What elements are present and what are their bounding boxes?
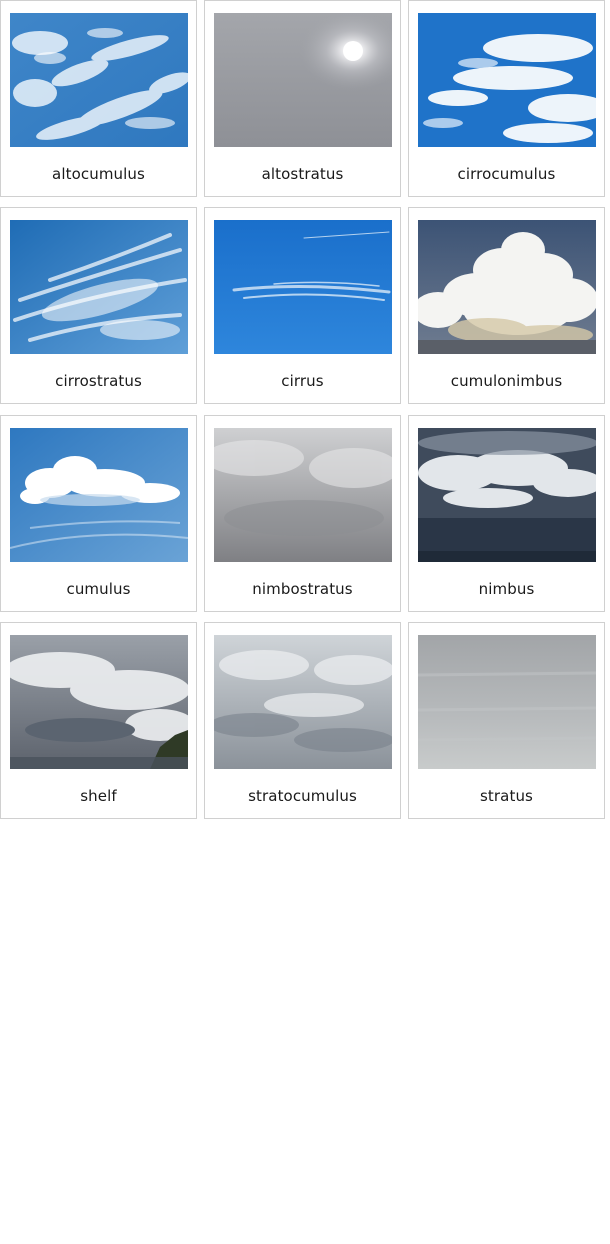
card-cumulus: cumulus bbox=[0, 415, 197, 612]
card-nimbus: nimbus bbox=[408, 415, 605, 612]
card-label: cirrus bbox=[281, 372, 324, 390]
card-cirrocumulus: cirrocumulus bbox=[408, 0, 605, 197]
card-label: nimbus bbox=[478, 580, 535, 598]
nimbus-photo bbox=[418, 428, 596, 562]
card-altocumulus: altocumulus bbox=[0, 0, 197, 197]
nimbostratus-photo bbox=[214, 428, 392, 562]
cumulonimbus-photo bbox=[418, 220, 596, 354]
altocumulus-photo bbox=[10, 13, 188, 147]
card-nimbostratus: nimbostratus bbox=[204, 415, 401, 612]
card-cirrostratus: cirrostratus bbox=[0, 207, 197, 404]
card-label: cumulus bbox=[66, 580, 131, 598]
card-altostratus: altostratus bbox=[204, 0, 401, 197]
card-stratocumulus: stratocumulus bbox=[204, 622, 401, 819]
card-label: cirrostratus bbox=[55, 372, 142, 390]
altostratus-photo bbox=[214, 13, 392, 147]
stratus-photo bbox=[418, 635, 596, 769]
card-label: shelf bbox=[80, 787, 117, 805]
card-label: stratocumulus bbox=[248, 787, 357, 805]
card-label: cirrocumulus bbox=[457, 165, 556, 183]
stratocumulus-photo bbox=[214, 635, 392, 769]
card-shelf: shelf bbox=[0, 622, 197, 819]
cirrus-photo bbox=[214, 220, 392, 354]
cirrocumulus-photo bbox=[418, 13, 596, 147]
card-label: altocumulus bbox=[52, 165, 145, 183]
card-label: nimbostratus bbox=[252, 580, 353, 598]
card-label: cumulonimbus bbox=[450, 372, 563, 390]
card-stratus: stratus bbox=[408, 622, 605, 819]
card-label: altostratus bbox=[261, 165, 344, 183]
card-cirrus: cirrus bbox=[204, 207, 401, 404]
cirrostratus-photo bbox=[10, 220, 188, 354]
cumulus-photo bbox=[10, 428, 188, 562]
card-cumulonimbus: cumulonimbus bbox=[408, 207, 605, 404]
card-label: stratus bbox=[480, 787, 533, 805]
shelf-photo bbox=[10, 635, 188, 769]
